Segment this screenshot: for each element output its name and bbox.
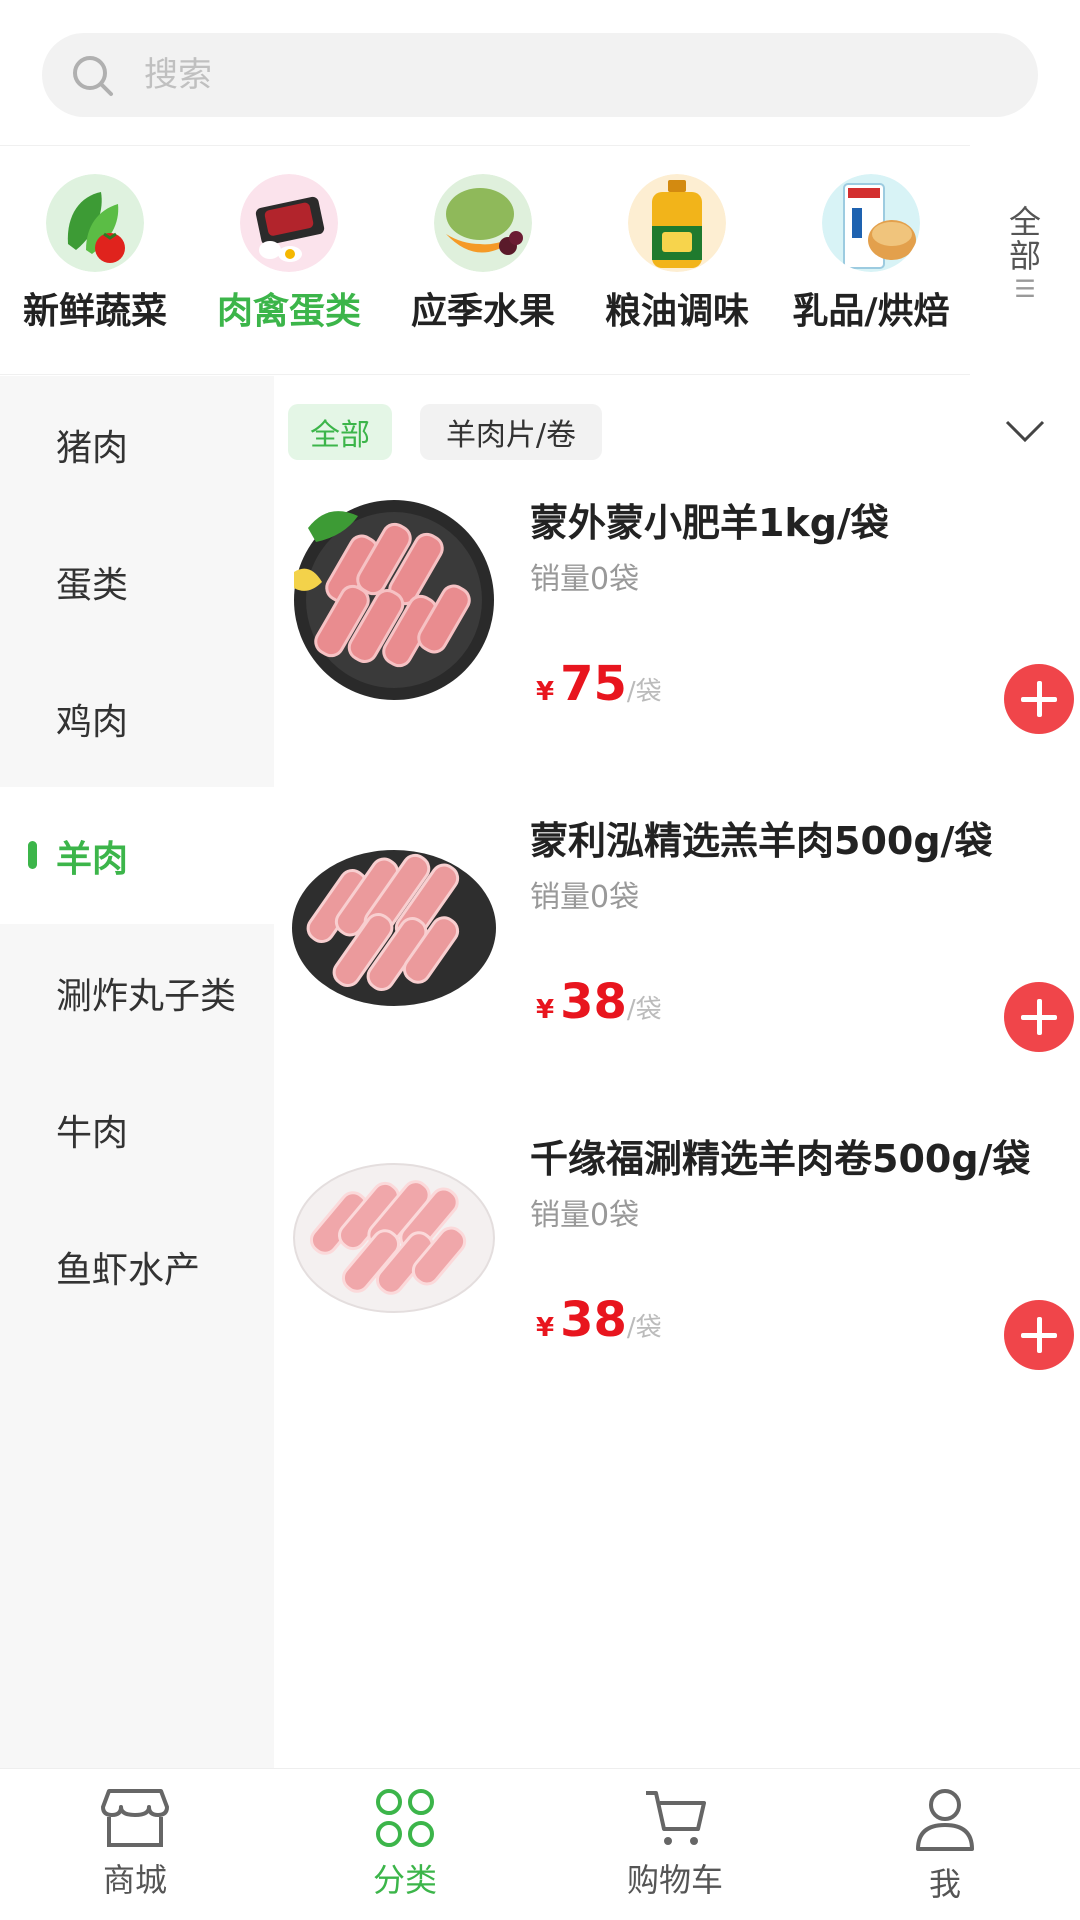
product-image <box>292 850 496 1006</box>
category-label: 粮油调味 <box>604 291 749 332</box>
price-unit: /袋 <box>626 995 662 1025</box>
category-dairy-bakery[interactable]: 乳品/烘焙 <box>776 174 966 354</box>
category-label: 应季水果 <box>410 291 555 332</box>
product-name: 蒙利泓精选羔羊肉500g/袋 <box>530 819 993 863</box>
product-sales: 销量0袋 <box>530 880 640 915</box>
category-icon <box>376 1789 434 1847</box>
product-sales: 销量0袋 <box>530 1198 640 1233</box>
product-name: 千缘福涮精选羊肉卷500g/袋 <box>530 1137 1031 1181</box>
sidebar-item-hotpot-balls[interactable]: 涮炸丸子类 <box>0 924 274 1061</box>
fruit-icon <box>434 174 532 272</box>
sidebar-item-label: 猪肉 <box>56 427 129 469</box>
tab-label: 商城 <box>102 1861 167 1899</box>
category-fruit[interactable]: 应季水果 <box>388 174 578 354</box>
tab-category[interactable]: 分类 <box>270 1769 540 1920</box>
search-input[interactable] <box>144 33 1004 117</box>
user-icon <box>916 1789 974 1851</box>
sidebar-item-label: 羊肉 <box>56 838 129 880</box>
category-label: 新鲜蔬菜 <box>22 291 167 332</box>
sidebar-item-lamb[interactable]: 羊肉 <box>0 787 274 924</box>
product-price: ¥38/袋 <box>536 974 662 1030</box>
filter-tag-all[interactable]: 全部 <box>288 404 392 460</box>
filter-tag-lamb-slices[interactable]: 羊肉片/卷 <box>420 404 602 460</box>
bottom-tab-bar: 商城 分类 购物车 我 <box>0 1768 1080 1920</box>
add-to-cart-button[interactable] <box>1004 1300 1074 1370</box>
product-name: 蒙外蒙小肥羊1kg/袋 <box>530 501 889 545</box>
sidebar-item-label: 牛肉 <box>56 1112 129 1154</box>
tab-label: 我 <box>928 1865 961 1903</box>
subcategory-sidebar: 猪肉 蛋类 鸡肉 羊肉 涮炸丸子类 牛肉 鱼虾水产 <box>0 376 274 1768</box>
price-unit: /袋 <box>626 1313 662 1343</box>
tab-store[interactable]: 商城 <box>0 1769 270 1920</box>
sidebar-item-pork[interactable]: 猪肉 <box>0 376 274 513</box>
add-to-cart-button[interactable] <box>1004 982 1074 1052</box>
category-label: 肉禽蛋类 <box>216 291 361 332</box>
oil-icon <box>628 174 726 272</box>
vegetables-icon <box>46 174 144 272</box>
category-strip: 新鲜蔬菜 肉禽蛋类 应季水果 粮油调味 乳品/烘焙 <box>0 145 970 375</box>
store-icon <box>101 1789 169 1847</box>
product-sales: 销量0袋 <box>530 562 640 597</box>
price-value: 75 <box>560 656 627 712</box>
cart-icon <box>646 1791 706 1845</box>
search-icon <box>73 56 113 96</box>
meat-eggs-icon <box>240 174 338 272</box>
price-unit: /袋 <box>626 677 662 707</box>
search-bar[interactable] <box>42 33 1038 117</box>
sidebar-item-label: 鱼虾水产 <box>56 1249 201 1291</box>
sidebar-item-chicken[interactable]: 鸡肉 <box>0 650 274 787</box>
sidebar-item-eggs[interactable]: 蛋类 <box>0 513 274 650</box>
sidebar-item-label: 鸡肉 <box>56 701 129 743</box>
all-categories-button[interactable]: 全部 ☰ <box>970 145 1080 375</box>
all-categories-label: 全部 <box>1008 203 1041 275</box>
currency-symbol: ¥ <box>536 677 555 707</box>
price-value: 38 <box>560 974 627 1030</box>
price-value: 38 <box>560 1292 627 1348</box>
active-indicator <box>28 841 37 869</box>
tab-label: 购物车 <box>626 1861 723 1899</box>
search-header <box>0 0 1080 145</box>
product-card[interactable]: 蒙外蒙小肥羊1kg/袋 销量0袋 ¥75/袋 <box>274 492 1080 808</box>
currency-symbol: ¥ <box>536 995 555 1025</box>
menu-icon: ☰ <box>1014 275 1036 303</box>
sidebar-item-beef[interactable]: 牛肉 <box>0 1061 274 1198</box>
category-label: 乳品/烘焙 <box>792 291 950 332</box>
product-price: ¥75/袋 <box>536 656 662 712</box>
add-to-cart-button[interactable] <box>1004 664 1074 734</box>
product-card[interactable]: 千缘福涮精选羊肉卷500g/袋 销量0袋 ¥38/袋 <box>274 1128 1080 1444</box>
tab-label: 分类 <box>372 1861 437 1899</box>
product-image <box>294 500 494 700</box>
category-oil[interactable]: 粮油调味 <box>582 174 772 354</box>
currency-symbol: ¥ <box>536 1313 555 1343</box>
tab-me[interactable]: 我 <box>810 1769 1080 1920</box>
sidebar-item-label: 涮炸丸子类 <box>56 975 237 1017</box>
product-card[interactable]: 蒙利泓精选羔羊肉500g/袋 销量0袋 ¥38/袋 <box>274 810 1080 1126</box>
tab-cart[interactable]: 购物车 <box>540 1769 810 1920</box>
dairy-bakery-icon <box>822 174 920 272</box>
sidebar-item-seafood[interactable]: 鱼虾水产 <box>0 1198 274 1335</box>
category-meat-eggs[interactable]: 肉禽蛋类 <box>194 174 384 354</box>
chevron-down-icon[interactable] <box>1004 416 1046 446</box>
product-image <box>293 1163 495 1313</box>
category-vegetables[interactable]: 新鲜蔬菜 <box>0 174 190 354</box>
sidebar-item-label: 蛋类 <box>56 564 129 606</box>
product-price: ¥38/袋 <box>536 1292 662 1348</box>
